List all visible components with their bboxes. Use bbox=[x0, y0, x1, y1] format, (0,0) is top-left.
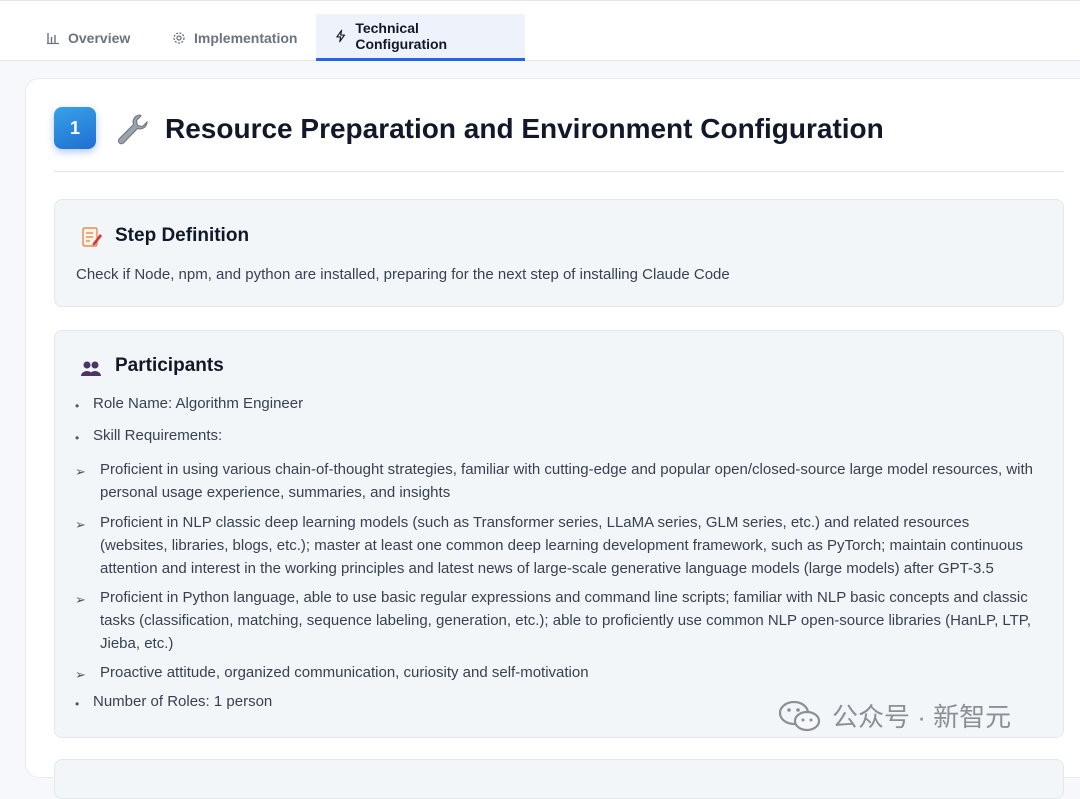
skill-text: Proficient in NLP classic deep learning … bbox=[100, 514, 1023, 577]
gear-icon bbox=[173, 31, 185, 44]
participants-heading: Participants bbox=[115, 355, 224, 376]
arrow-bullet-icon: ➢ bbox=[75, 592, 86, 607]
wechat-icon bbox=[778, 700, 821, 731]
bullet-icon: • bbox=[75, 431, 80, 445]
role-name: Role Name: Algorithm Engineer bbox=[93, 395, 304, 412]
people-icon bbox=[81, 361, 101, 376]
skill-requirements-label: Skill Requirements: bbox=[93, 427, 223, 444]
role-count: Number of Roles: 1 person bbox=[93, 693, 273, 710]
arrow-bullet-icon: ➢ bbox=[75, 464, 86, 479]
watermark-text: 公众号 · 新智元 bbox=[832, 702, 1012, 732]
step-definition-panel: Step Definition Check if Node, npm, and … bbox=[54, 199, 1064, 307]
tab-bar: Overview Implementation Technical Config… bbox=[0, 0, 1080, 61]
lightning-icon bbox=[336, 29, 346, 43]
step-definition-heading: Step Definition bbox=[115, 225, 250, 246]
step-number-badge: 1 bbox=[54, 107, 96, 149]
page-title: Resource Preparation and Environment Con… bbox=[165, 113, 884, 144]
tab-label: Overview bbox=[68, 29, 131, 46]
next-panel bbox=[54, 759, 1064, 799]
skill-item: ➢ Proficient in NLP classic deep learnin… bbox=[75, 511, 1035, 580]
skill-text: Proficient in Python language, able to u… bbox=[100, 589, 1032, 652]
tab-overview[interactable]: Overview bbox=[28, 14, 148, 61]
list-item: • Role Name: Algorithm Engineer bbox=[75, 395, 303, 417]
tab-label: Technical Configuration bbox=[355, 20, 448, 52]
list-item: • Skill Requirements: bbox=[75, 427, 222, 449]
skill-text: Proficient in using various chain-of-tho… bbox=[100, 461, 1033, 501]
bullet-icon: • bbox=[75, 399, 80, 413]
skill-item: ➢ Proficient in using various chain-of-t… bbox=[75, 458, 1035, 504]
bar-chart-icon bbox=[47, 32, 59, 44]
list-item: • Number of Roles: 1 person bbox=[75, 693, 272, 715]
wrench-icon bbox=[117, 114, 148, 145]
participants-panel: Participants • Role Name: Algorithm Engi… bbox=[54, 330, 1064, 738]
watermark: 公众号 · 新智元 bbox=[778, 697, 1011, 734]
skill-text: Proactive attitude, organized communicat… bbox=[100, 664, 589, 681]
tab-implementation[interactable]: Implementation bbox=[154, 14, 315, 61]
tab-technical-configuration[interactable]: Technical Configuration bbox=[316, 14, 525, 61]
step-card: 1 Resource Preparation and Environment C… bbox=[25, 78, 1080, 799]
bullet-icon: • bbox=[75, 697, 80, 711]
step-definition-text: Check if Node, npm, and python are insta… bbox=[76, 266, 730, 283]
divider bbox=[54, 171, 1064, 172]
tab-label: Implementation bbox=[194, 29, 298, 46]
skill-item: ➢ Proficient in Python language, able to… bbox=[75, 586, 1035, 655]
skill-item: ➢ Proactive attitude, organized communic… bbox=[75, 661, 1035, 686]
memo-icon bbox=[82, 227, 102, 247]
arrow-bullet-icon: ➢ bbox=[75, 667, 86, 682]
arrow-bullet-icon: ➢ bbox=[75, 517, 86, 532]
